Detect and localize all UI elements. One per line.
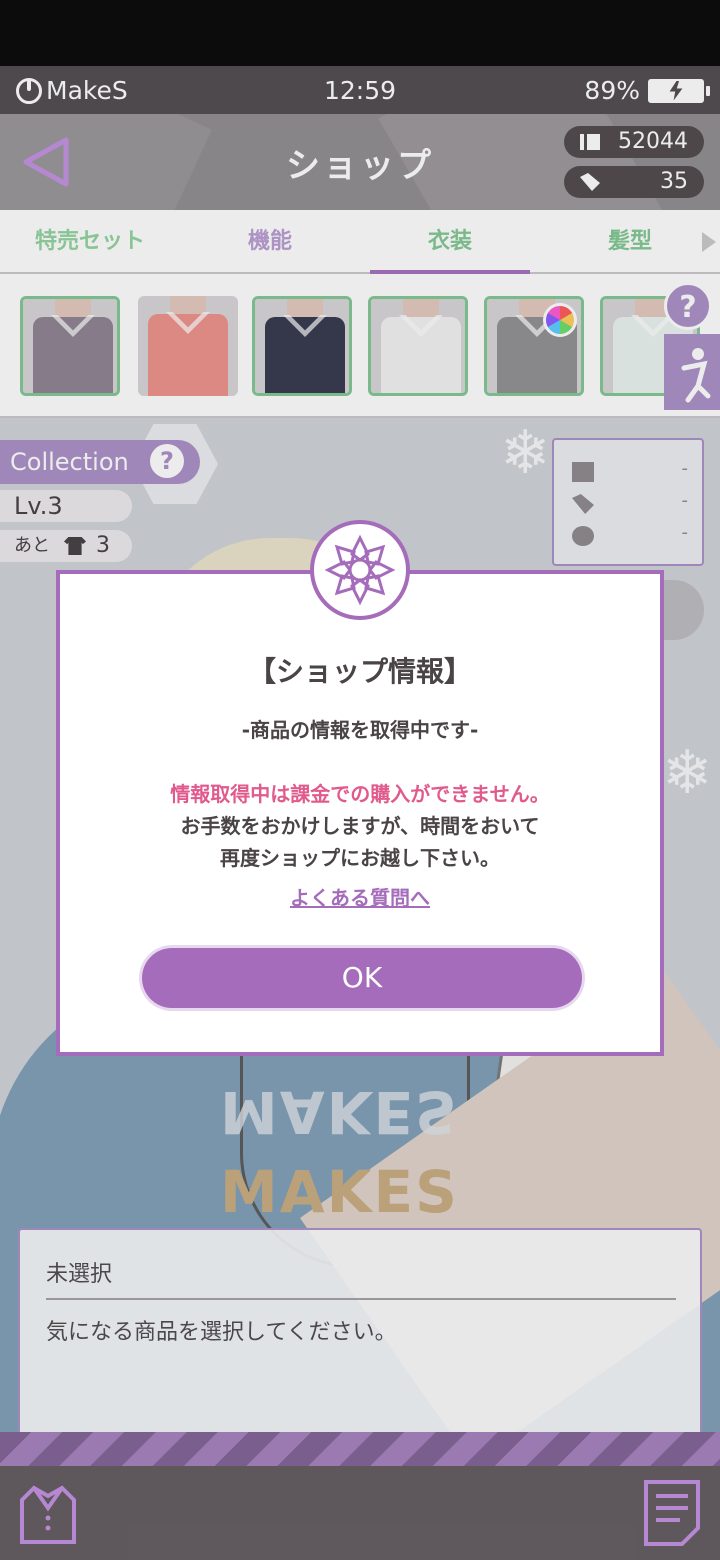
ok-button[interactable]: OK: [142, 948, 582, 1008]
flower-emblem-icon: [310, 520, 410, 620]
dialog-subtitle: -商品の情報を取得中です-: [241, 718, 479, 742]
dialog-body-line-2: 再度ショップにお越し下さい。: [220, 846, 500, 870]
dialog-warning: 情報取得中は課金での購入ができません。: [170, 782, 550, 806]
shop-info-dialog: 【ショップ情報】 -商品の情報を取得中です- 情報取得中は課金での購入ができませ…: [56, 570, 664, 1056]
faq-link[interactable]: よくある質問へ: [60, 882, 660, 911]
dialog-title: 【ショップ情報】: [247, 655, 472, 688]
dialog-body-line-1: お手数をおかけしますが、時間をおいて: [180, 814, 540, 838]
